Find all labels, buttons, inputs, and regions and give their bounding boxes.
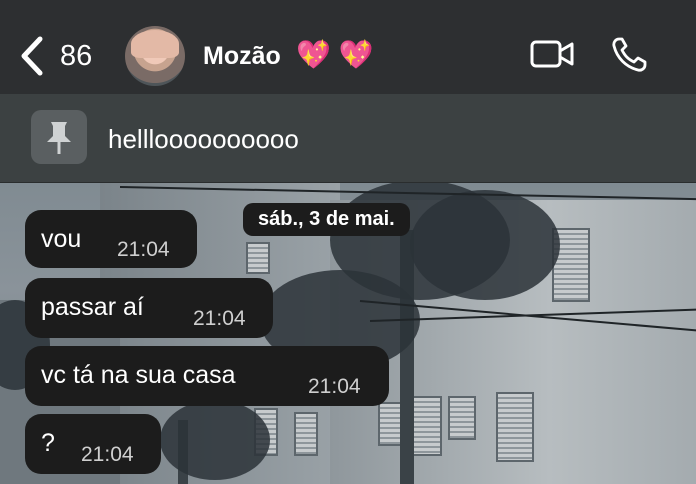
chevron-left-icon[interactable] bbox=[18, 36, 46, 76]
message-time: 21:04 bbox=[81, 443, 134, 466]
message-text: vc tá na sua casa bbox=[41, 361, 236, 389]
phone-icon[interactable] bbox=[610, 36, 648, 74]
wallpaper-window bbox=[246, 242, 270, 274]
palm-fronds bbox=[410, 190, 560, 300]
message-time: 21:04 bbox=[308, 375, 361, 398]
contact-emoji: 💖 💖 bbox=[296, 39, 374, 70]
wallpaper-window bbox=[378, 402, 402, 446]
message-bubble[interactable]: vou 21:04 bbox=[25, 210, 197, 268]
unread-count[interactable]: 86 bbox=[60, 40, 92, 73]
message-bubble[interactable]: vc tá na sua casa 21:04 bbox=[25, 346, 389, 406]
pinned-message-bar[interactable] bbox=[0, 94, 696, 183]
video-camera-icon[interactable] bbox=[530, 38, 574, 70]
chat-header: 86 Mozão 💖 💖 bbox=[0, 0, 696, 94]
pinned-message-text[interactable]: hellloooooooooo bbox=[108, 124, 299, 155]
message-text: passar aí bbox=[41, 293, 144, 321]
date-separator: sáb., 3 de mai. bbox=[243, 203, 410, 236]
avatar[interactable] bbox=[125, 26, 185, 86]
pin-icon bbox=[47, 122, 71, 154]
message-time: 21:04 bbox=[117, 238, 170, 261]
wallpaper-window bbox=[294, 412, 318, 456]
wallpaper-window bbox=[496, 392, 534, 462]
message-bubble[interactable]: passar aí 21:04 bbox=[25, 278, 273, 338]
pin-icon-box bbox=[31, 110, 87, 164]
contact-name[interactable]: Mozão bbox=[203, 42, 281, 71]
wallpaper-window bbox=[448, 396, 476, 440]
message-bubble[interactable]: ? 21:04 bbox=[25, 414, 161, 474]
message-text: ? bbox=[41, 429, 55, 457]
message-text: vou bbox=[41, 225, 82, 253]
message-time: 21:04 bbox=[193, 307, 246, 330]
palm-fronds bbox=[160, 400, 270, 480]
